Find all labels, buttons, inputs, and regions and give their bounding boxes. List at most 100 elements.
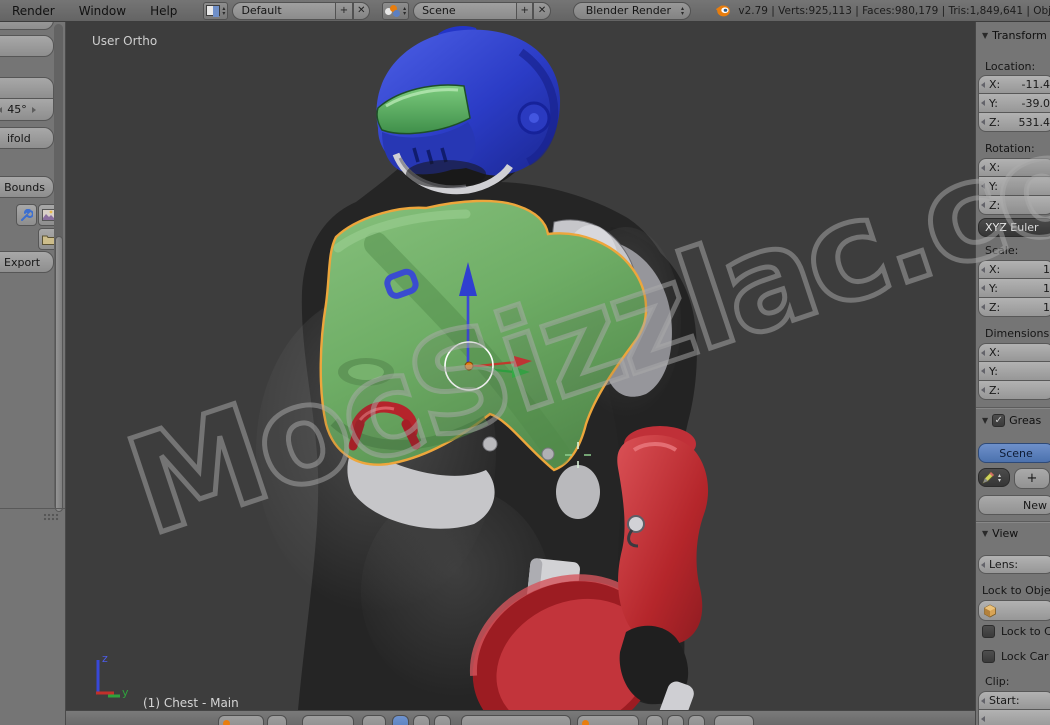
scene-selector[interactable]: ▴ ▾ [382,1,410,20]
editor-icon [223,720,230,725]
layer-button[interactable] [434,715,451,725]
armor-stud [541,447,555,461]
toggle-button[interactable] [646,715,663,725]
shelf-button-partial-top[interactable] [0,22,54,30]
pivot-dropdown[interactable] [461,715,571,725]
axis-label: Z: [989,300,1001,314]
dimensions-x-field[interactable]: X: [978,343,1050,362]
scale-x-field[interactable]: X: 1 [978,260,1050,279]
active-layer-button[interactable] [392,715,409,725]
scale-y-field[interactable]: Y: 1 [978,279,1050,298]
snap-dropdown[interactable] [577,715,639,725]
lock-camera-checkbox[interactable] [982,650,995,663]
mode-dropdown[interactable] [302,715,354,725]
decrement-arrow-icon[interactable] [981,562,985,568]
lock-object-field[interactable] [978,600,1050,621]
toggle-button[interactable] [688,715,705,725]
panel-divider [976,407,1050,408]
menu-render[interactable]: Render [0,4,67,18]
toggle-button[interactable] [667,715,684,725]
engine-name-text: Blender Render [585,4,671,17]
layout-name-field[interactable]: Default [232,1,336,20]
grease-new-button[interactable]: New [978,495,1050,515]
grease-pencil-checkbox[interactable]: ✓ [992,414,1006,427]
scale-z-field[interactable]: Z: 1 [978,298,1050,317]
bounds-button[interactable]: Bounds [0,176,54,198]
angle-value: 45° [7,103,27,116]
lock-camera-row[interactable]: Lock Car [982,650,1049,663]
shading-button[interactable] [362,715,386,725]
location-z-field[interactable]: Z: 531.4 [978,113,1050,132]
decrement-arrow-icon[interactable] [981,82,985,88]
grease-pencil-panel-header[interactable]: ▼ ✓ Greas [982,414,1041,427]
decrement-arrow-icon[interactable] [981,183,985,189]
clip-end-field-partial[interactable] [978,710,1050,725]
rotation-y-field[interactable]: Y: [978,177,1050,196]
layer-button[interactable] [413,715,430,725]
menu-help[interactable]: Help [138,4,189,18]
decrement-arrow-icon[interactable] [981,165,985,171]
location-y-field[interactable]: Y: -39.0 [978,94,1050,113]
collapse-triangle-icon: ▼ [982,529,989,538]
menu-window[interactable]: Window [67,4,138,18]
render-engine-dropdown[interactable]: Blender Render ▴ ▾ [572,1,691,20]
bevel-angle-field[interactable]: 45° [0,99,54,121]
panel-resize-grip[interactable] [43,513,59,521]
grease-scene-button[interactable]: Scene [978,443,1050,463]
add-scene-button[interactable]: + [515,1,534,20]
decrement-arrow-icon[interactable] [981,119,985,125]
rotation-z-field[interactable]: Z: [978,196,1050,215]
grease-data-dropdown[interactable]: ▴ ▾ [978,468,1010,487]
scene-stepper-arrows[interactable]: ▴ ▾ [403,5,406,16]
decrement-arrow-icon[interactable] [981,387,985,393]
decrement-arrow-icon[interactable] [981,350,985,356]
shelf-scrollbar-track[interactable] [54,24,63,512]
lock-to-cursor-row[interactable]: Lock to C [982,625,1050,638]
decrement-arrow-icon[interactable] [981,100,985,106]
manifold-button[interactable]: ifold [0,127,54,149]
dimensions-y-field[interactable]: Y: [978,362,1050,381]
forearm-armor-red[interactable] [617,426,709,646]
view-panel-header[interactable]: ▼ View [982,527,1018,540]
shelf-button-1[interactable] [0,35,54,57]
editor-type-button[interactable] [218,715,264,725]
clip-start-field[interactable]: Start: [978,691,1050,710]
axis-label: X: [989,346,1001,359]
bottombar-button[interactable] [267,715,287,725]
shelf-button-2[interactable] [0,77,54,99]
decrement-arrow-icon[interactable] [981,716,985,722]
wrench-tool-button[interactable] [16,204,37,226]
viewport-3d[interactable]: User Ortho (1) Chest - Main z y [66,22,975,710]
decrement-arrow-icon[interactable] [981,368,985,374]
increment-arrow-icon[interactable] [31,106,36,113]
decrement-arrow-icon[interactable] [981,267,985,273]
delete-scene-button[interactable]: ✕ [533,1,551,20]
helmet-blue[interactable] [376,26,561,195]
lens-field[interactable]: Lens: [978,555,1050,574]
location-x-field[interactable]: X: -11.4 [978,75,1050,94]
rotation-x-field[interactable]: X: [978,158,1050,177]
export-button[interactable]: Export [0,251,54,273]
decrement-arrow-icon[interactable] [981,285,985,291]
transform-panel-header[interactable]: ▼ Transform [982,29,1047,42]
axis-label: Y: [989,281,998,295]
shelf-scrollbar-thumb[interactable] [54,236,63,512]
decrement-arrow-icon[interactable] [981,698,985,704]
dimensions-z-field[interactable]: Z: [978,381,1050,400]
scene-name-field[interactable]: Scene [413,1,516,20]
decrement-arrow-icon[interactable] [0,106,3,113]
lock-to-cursor-label: Lock to C [1001,625,1050,638]
decrement-arrow-icon[interactable] [981,202,985,208]
lock-to-cursor-checkbox[interactable] [982,625,995,638]
layout-stepper-arrows[interactable]: ▴ ▾ [222,5,225,16]
rotation-mode-dropdown[interactable]: XYZ Euler [978,218,1050,237]
proportional-edit-button[interactable] [714,715,754,725]
delete-layout-button[interactable]: ✕ [352,1,371,20]
add-layout-button[interactable]: + [335,1,353,20]
decrement-arrow-icon[interactable] [981,304,985,310]
axis-value: -11.4 [1021,78,1050,91]
screen-layout-selector[interactable]: ▴ ▾ [203,1,229,20]
grease-add-button[interactable]: + [1014,468,1050,489]
axis-label: X: [989,263,1001,276]
plus-icon: + [1026,471,1038,486]
